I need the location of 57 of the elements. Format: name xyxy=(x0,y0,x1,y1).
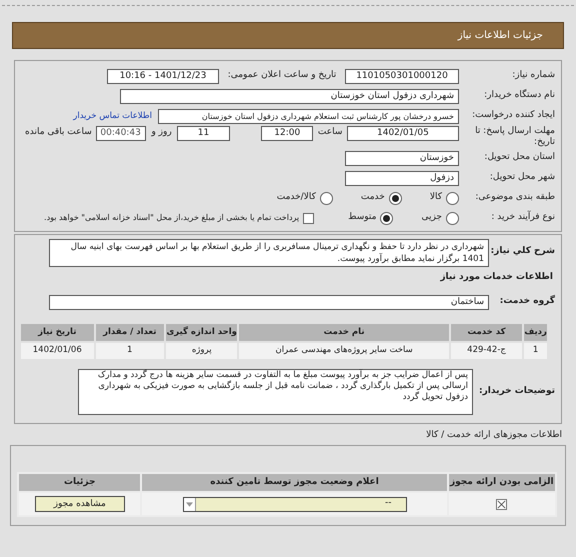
radio-button[interactable] xyxy=(380,212,394,224)
field-label: تاریخ و ساعت اعلان عمومی: xyxy=(226,69,338,82)
column-header: ردیف xyxy=(523,322,548,342)
status-select[interactable]: -- xyxy=(182,496,407,512)
field-value: 11 xyxy=(177,126,230,141)
field-value: 12:00 xyxy=(261,126,314,141)
field-label: ساعت باقی مانده xyxy=(25,126,92,139)
field-value: 1101050301000120 xyxy=(345,68,459,84)
field-value: شهرداری دزفول استان خوزستان xyxy=(120,88,459,104)
field-value: دزفول xyxy=(345,170,459,186)
field-label: استان محل تحویل: xyxy=(483,152,555,164)
field-label: نوع فرآیند خرید : xyxy=(490,212,555,224)
column-header: اعلام وضعیت مجوز توسط تامین کننده xyxy=(141,473,448,492)
column-header: واحد اندازه گیری xyxy=(164,322,238,342)
column-header: کد خدمت xyxy=(450,322,524,342)
column-header: الزامی بودن ارائه مجوز xyxy=(448,473,556,492)
field-label: ایجاد کننده درخواست: xyxy=(471,110,555,122)
section-title: اطلاعات مجوزهای ارائه خدمت / کالا xyxy=(425,428,562,442)
view-permit-button[interactable]: مشاهده مجوز xyxy=(34,496,125,512)
field-label: طبقه بندی موضوعی: xyxy=(474,192,555,204)
field-label: شرح کلي نياز: xyxy=(493,245,555,258)
radio-label: متوسط xyxy=(348,211,376,224)
checkbox-label: پرداخت تمام یا بخشی از مبلغ خرید،از محل "اسناد خزانه اسلامی" خواهد بود. xyxy=(44,212,300,224)
description-text: شهرداری در نظر دارد تا حفظ و نگهداری ترمینال مسافربری را از طریق استعلام بها بر اساس فهرست بهای ابنیه سال 1401 برگزار نماید مطابق برآورد پیوست. xyxy=(49,239,489,267)
field-label: تاریخ: xyxy=(533,137,555,148)
notes-text: پس از اعمال ضرایب جز به برآورد پیوست مبلغ ما به التفاوت در قسمت سایر هزینه ها درج گردد و مدارک ارسالی پس از تکمیل بارگذاری گردد ، ضمانت نامه قبل از جلسه بازگشایی به صورت فیزیکی به شهرداری دزفول تحویل گردد xyxy=(78,368,473,414)
radio-label: خدمت xyxy=(360,191,385,204)
column-header: نام خدمت xyxy=(238,322,450,342)
field-value: 1401/12/23 - 10:16 xyxy=(107,68,219,84)
column-header: تاریخ نیاز xyxy=(20,322,95,342)
field-value: 1402/01/05 xyxy=(346,126,459,141)
field-value: ساختمان xyxy=(49,294,489,310)
header-title: جزئیات اطلاعات نیاز xyxy=(458,29,543,43)
field-value: 00:40:43 xyxy=(96,126,146,141)
checkbox[interactable] xyxy=(303,212,314,224)
field-label: توضیحات خریدار: xyxy=(478,384,555,398)
field-label: روز و xyxy=(150,126,173,139)
field-label: شماره نیاز: xyxy=(511,70,555,82)
radio-label: کالا/خدمت xyxy=(276,191,316,204)
field-label: ساعت xyxy=(317,126,343,139)
radio-label: کالا xyxy=(430,191,442,204)
radio-button[interactable] xyxy=(446,212,459,224)
field-value: خسرو درخشان پور کارشناس ثبت استعلام شهرداری دزفول استان خوزستان xyxy=(158,108,459,124)
radio-label: جزیی xyxy=(421,211,442,224)
field-value: خوزستان xyxy=(345,150,459,166)
field-label: مهلت ارسال پاسخ: تا xyxy=(474,126,555,137)
radio-button[interactable] xyxy=(446,192,459,204)
field-label: نام دستگاه خریدار: xyxy=(483,90,555,102)
column-header: جزئیات xyxy=(18,473,142,492)
section-title: اطلاعات خدمات مورد نیاز xyxy=(439,271,553,284)
select-value: -- xyxy=(385,497,393,510)
radio-button[interactable] xyxy=(320,192,333,204)
field-label: شهر محل تحویل: xyxy=(488,172,555,184)
field-label: گروه خدمت: xyxy=(498,295,555,308)
radio-button[interactable] xyxy=(388,192,402,204)
contact-link[interactable]: اطلاعات تماس خریدار xyxy=(73,110,152,122)
column-header: تعداد / مقدار xyxy=(94,322,165,342)
